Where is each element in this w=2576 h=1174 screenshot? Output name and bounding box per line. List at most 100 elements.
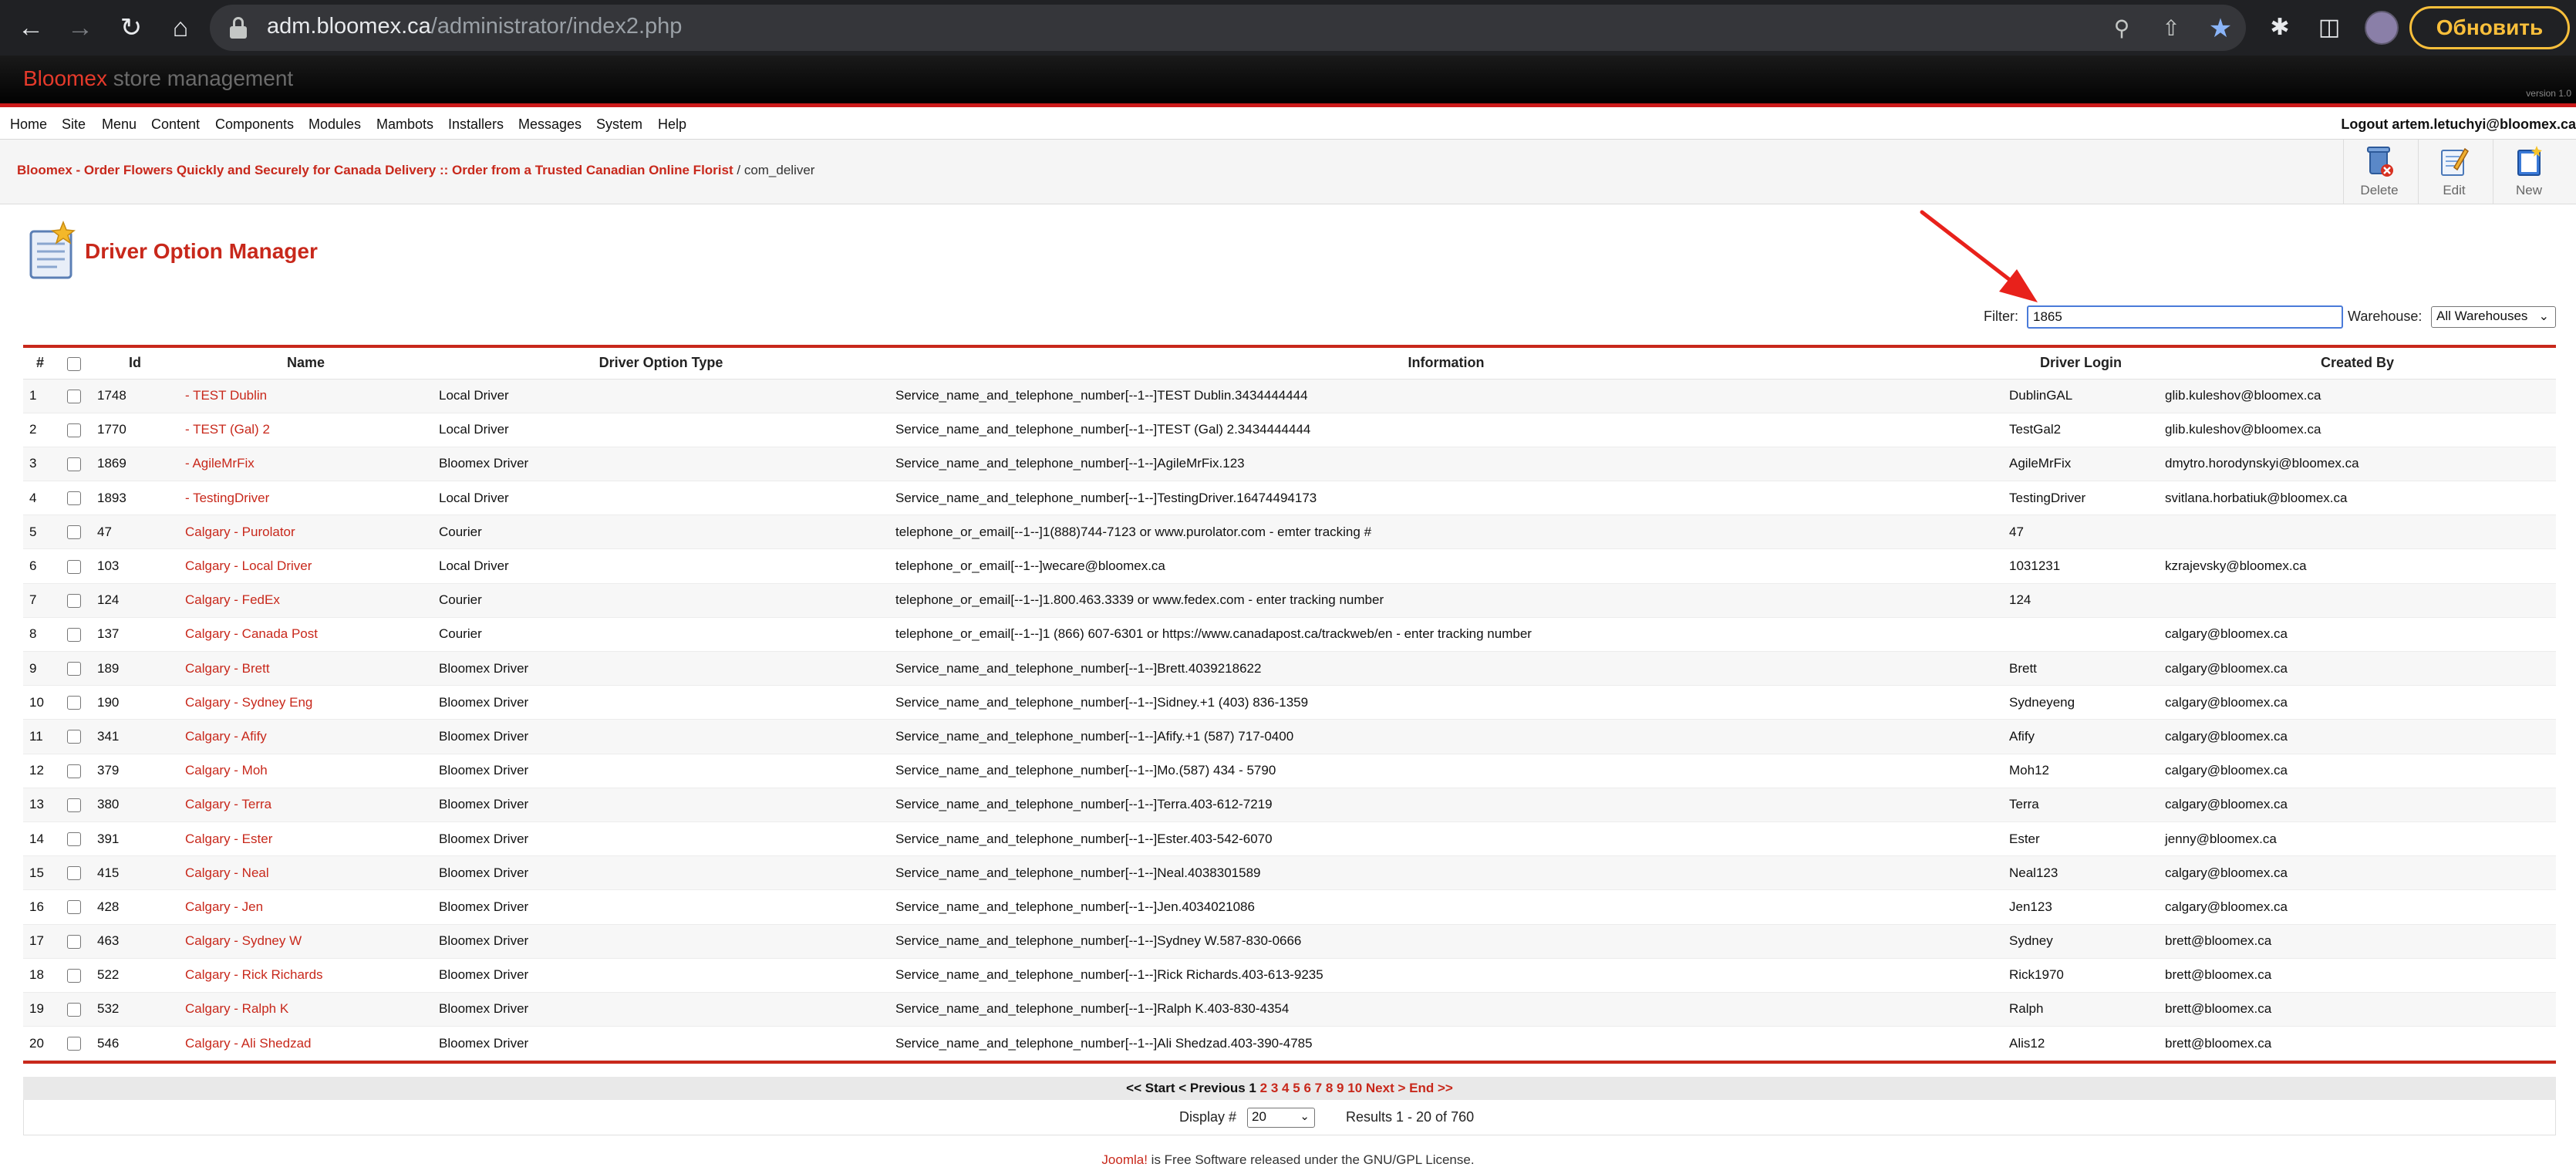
- checkbox[interactable]: [67, 832, 81, 847]
- cell-name-link[interactable]: Calgary - Sydney W: [179, 924, 433, 959]
- select-all-checkbox[interactable]: [57, 348, 91, 380]
- row-checkbox[interactable]: [57, 548, 91, 584]
- back-icon[interactable]: ←: [12, 9, 49, 46]
- cell-name-link[interactable]: Calgary - Ester: [179, 821, 433, 857]
- table-row[interactable]: 17 463 Calgary - Sydney W Bloomex Driver Ser…: [23, 924, 2556, 959]
- cell-name-link[interactable]: Calgary - Afify: [179, 719, 433, 754]
- row-checkbox[interactable]: [57, 481, 91, 516]
- url-text[interactable]: adm.bloomex.ca/administrator/index2.php: [267, 14, 682, 39]
- pager-page-link[interactable]: 8: [1326, 1081, 1333, 1095]
- menu-messages[interactable]: Messages: [518, 116, 582, 133]
- menu-mambots[interactable]: Mambots: [376, 116, 433, 133]
- row-checkbox[interactable]: [57, 958, 91, 993]
- cell-name-link[interactable]: Calgary - Sydney Eng: [179, 685, 433, 720]
- edit-button[interactable]: Edit: [2418, 140, 2489, 204]
- cell-name-link[interactable]: Calgary - Canada Post: [179, 617, 433, 653]
- checkbox[interactable]: [67, 662, 81, 676]
- profile-avatar[interactable]: [2365, 11, 2399, 45]
- checkbox[interactable]: [67, 491, 81, 506]
- table-row[interactable]: 8 137 Calgary - Canada Post Courier telephon…: [23, 617, 2556, 653]
- checkbox[interactable]: [67, 730, 81, 744]
- row-checkbox[interactable]: [57, 1026, 91, 1061]
- menu-system[interactable]: System: [596, 116, 642, 133]
- column-header-information[interactable]: Information: [889, 348, 2003, 380]
- checkbox[interactable]: [67, 934, 81, 949]
- table-row[interactable]: 16 428 Calgary - Jen Bloomex Driver Service_…: [23, 889, 2556, 925]
- pager-page-link[interactable]: 4: [1282, 1081, 1289, 1095]
- checkbox[interactable]: [67, 1002, 81, 1017]
- row-checkbox[interactable]: [57, 617, 91, 653]
- table-row[interactable]: 11 341 Calgary - Afify Bloomex Driver Servic…: [23, 719, 2556, 754]
- cell-name-link[interactable]: Calgary - Moh: [179, 754, 433, 788]
- checkbox[interactable]: [67, 866, 81, 881]
- checkbox[interactable]: [67, 900, 81, 915]
- table-row[interactable]: 7 124 Calgary - FedEx Courier telephone_or_e…: [23, 583, 2556, 618]
- column-header-driver-login[interactable]: Driver Login: [2003, 348, 2159, 380]
- column-header-name[interactable]: Name: [179, 348, 433, 380]
- row-checkbox[interactable]: [57, 754, 91, 788]
- row-checkbox[interactable]: [57, 583, 91, 618]
- table-row[interactable]: 3 1869- AgileMrFix Bloomex Driver Service_n…: [23, 447, 2556, 482]
- menu-site[interactable]: Site: [62, 116, 86, 133]
- row-checkbox[interactable]: [57, 514, 91, 550]
- table-row[interactable]: 10 190 Calgary - Sydney Eng Bloomex Driver S…: [23, 685, 2556, 720]
- row-checkbox[interactable]: [57, 992, 91, 1027]
- zoom-icon[interactable]: ⚲: [2109, 15, 2135, 42]
- row-checkbox[interactable]: [57, 889, 91, 925]
- bookmark-star-icon[interactable]: ★: [2207, 15, 2234, 42]
- table-row[interactable]: 19 532 Calgary - Ralph K Bloomex Driver Serv…: [23, 992, 2556, 1027]
- table-row[interactable]: 9 189 Calgary - Brett Bloomex Driver Service…: [23, 651, 2556, 687]
- table-row[interactable]: 2 1770- TEST (Gal) 2 Local Driver Service_n…: [23, 413, 2556, 447]
- cell-name-link[interactable]: Calgary - Ali Shedzad: [179, 1026, 433, 1061]
- table-row[interactable]: 18 522 Calgary - Rick Richards Bloomex Driv…: [23, 958, 2556, 993]
- address-bar[interactable]: adm.bloomex.ca/administrator/index2.php …: [210, 5, 2246, 51]
- forward-icon[interactable]: →: [62, 9, 99, 46]
- cell-name-link[interactable]: Calgary - Brett: [179, 651, 433, 687]
- column-header-id[interactable]: Id: [91, 348, 179, 380]
- checkbox[interactable]: [67, 1037, 81, 1051]
- checkbox[interactable]: [67, 627, 81, 642]
- side-panel-icon[interactable]: ◫: [2315, 14, 2343, 42]
- warehouse-select[interactable]: All Warehouses ⌄: [2431, 306, 2556, 328]
- row-checkbox[interactable]: [57, 924, 91, 959]
- checkbox[interactable]: [67, 525, 81, 540]
- menu-help[interactable]: Help: [658, 116, 686, 133]
- column-header-type[interactable]: Driver Option Type: [433, 348, 889, 380]
- row-checkbox[interactable]: [57, 379, 91, 413]
- checkbox[interactable]: [67, 764, 81, 778]
- cell-name-link[interactable]: Calgary - FedEx: [179, 583, 433, 618]
- delete-button[interactable]: Delete: [2343, 140, 2414, 204]
- cell-name-link[interactable]: Calgary - Neal: [179, 855, 433, 891]
- menu-home[interactable]: Home: [10, 116, 47, 133]
- column-header-created-by[interactable]: Created By: [2159, 348, 2556, 380]
- logout-link[interactable]: Logout artem.letuchyi@bloomex.ca: [2341, 116, 2576, 133]
- menu-menu[interactable]: Menu: [102, 116, 137, 133]
- checkbox[interactable]: [67, 559, 81, 574]
- row-checkbox[interactable]: [57, 821, 91, 857]
- row-checkbox[interactable]: [57, 685, 91, 720]
- checkbox[interactable]: [67, 696, 81, 710]
- table-row[interactable]: 1 1748- TEST Dublin Local Driver Service_na…: [23, 379, 2556, 413]
- menu-installers[interactable]: Installers: [448, 116, 504, 133]
- cell-name-link[interactable]: - AgileMrFix: [179, 447, 433, 482]
- row-checkbox[interactable]: [57, 413, 91, 447]
- cell-name-link[interactable]: Calgary - Terra: [179, 788, 433, 822]
- breadcrumb-site-link[interactable]: Bloomex - Order Flowers Quickly and Secu…: [17, 163, 733, 177]
- table-row[interactable]: 14 391 Calgary - Ester Bloomex Driver Servic…: [23, 821, 2556, 857]
- table-row[interactable]: 6 103 Calgary - Local Driver Local Driver te…: [23, 548, 2556, 584]
- checkbox[interactable]: [67, 423, 81, 437]
- share-icon[interactable]: ⇧: [2158, 15, 2184, 42]
- cell-name-link[interactable]: - TestingDriver: [179, 481, 433, 516]
- row-checkbox[interactable]: [57, 719, 91, 754]
- cell-name-link[interactable]: Calgary - Jen: [179, 889, 433, 925]
- cell-name-link[interactable]: - TEST (Gal) 2: [179, 413, 433, 447]
- pager-page-link[interactable]: 7: [1315, 1081, 1322, 1095]
- row-checkbox[interactable]: [57, 788, 91, 822]
- checkbox[interactable]: [67, 457, 81, 471]
- pager-end[interactable]: End >>: [1409, 1081, 1453, 1095]
- joomla-link[interactable]: Joomla!: [1101, 1152, 1148, 1167]
- table-row[interactable]: 4 1893- TestingDriver Local Driver Service_…: [23, 481, 2556, 516]
- row-checkbox[interactable]: [57, 447, 91, 482]
- row-checkbox[interactable]: [57, 855, 91, 891]
- pager-page-link[interactable]: 5: [1293, 1081, 1300, 1095]
